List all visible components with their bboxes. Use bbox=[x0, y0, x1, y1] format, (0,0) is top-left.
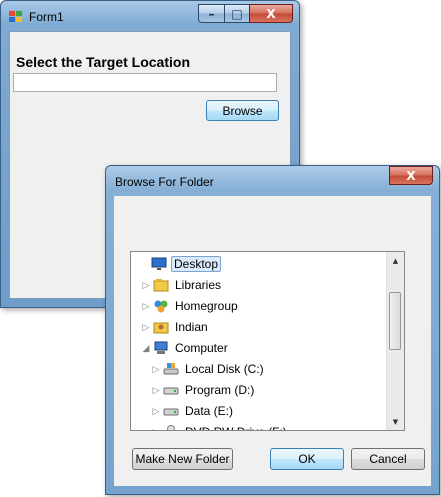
cancel-button[interactable]: Cancel bbox=[351, 448, 425, 470]
tree-item-label: Program (D:) bbox=[185, 383, 255, 397]
tree-item-label: Indian bbox=[175, 320, 208, 334]
dialog-caption-buttons: X bbox=[389, 166, 433, 186]
expand-icon[interactable]: ▷ bbox=[141, 322, 151, 332]
form1-caption-buttons: – □ X bbox=[198, 4, 293, 24]
close-icon: X bbox=[406, 168, 416, 183]
page-title: Select the Target Location bbox=[16, 54, 190, 70]
tree-item-label: Data (E:) bbox=[185, 404, 234, 418]
tree-item-local-disk-c[interactable]: ▷ Local Disk (C:) bbox=[131, 359, 266, 379]
dialog-title: Browse For Folder bbox=[115, 175, 214, 189]
local-disk-icon bbox=[163, 362, 179, 376]
form1-titlebar[interactable]: Form1 – □ X bbox=[1, 1, 299, 31]
dialog-client-area: Desktop ▷ Libraries ▷ Homegroup ▷ Indian ◢ Compu… bbox=[114, 196, 431, 486]
dialog-close-button[interactable]: X bbox=[389, 166, 433, 185]
make-new-folder-button[interactable]: Make New Folder bbox=[132, 448, 233, 470]
tree-scrollbar[interactable]: ▲ ▼ bbox=[386, 252, 404, 430]
folder-tree-list: Desktop ▷ Libraries ▷ Homegroup ▷ Indian ◢ Compu… bbox=[131, 252, 387, 430]
tree-item-label: Homegroup bbox=[175, 299, 238, 313]
folder-tree[interactable]: Desktop ▷ Libraries ▷ Homegroup ▷ Indian ◢ Compu… bbox=[130, 251, 405, 431]
tree-item-libraries[interactable]: ▷ Libraries bbox=[131, 275, 223, 295]
computer-icon bbox=[153, 341, 169, 355]
tree-item-label: Libraries bbox=[175, 278, 222, 292]
user-folder-icon bbox=[153, 320, 169, 334]
tree-item-label: Computer bbox=[175, 341, 228, 355]
expand-icon[interactable]: ◢ bbox=[141, 343, 151, 353]
expand-icon[interactable]: ▷ bbox=[141, 301, 151, 311]
tree-item-indian[interactable]: ▷ Indian bbox=[131, 317, 210, 337]
dvd-drive-icon bbox=[163, 425, 179, 430]
tree-item-label: Local Disk (C:) bbox=[185, 362, 264, 376]
tree-item-data-e[interactable]: ▷ Data (E:) bbox=[131, 401, 235, 421]
tree-item-computer[interactable]: ◢ Computer bbox=[131, 338, 230, 358]
ok-button[interactable]: OK bbox=[270, 448, 344, 470]
expand-icon[interactable]: ▷ bbox=[151, 406, 161, 416]
minimize-button[interactable]: – bbox=[198, 4, 224, 23]
homegroup-icon bbox=[153, 299, 169, 313]
libraries-icon bbox=[153, 278, 169, 292]
scroll-up-icon[interactable]: ▲ bbox=[387, 252, 404, 269]
browse-button[interactable]: Browse bbox=[206, 100, 279, 121]
maximize-button[interactable]: □ bbox=[224, 4, 249, 23]
tree-item-label: DVD RW Drive (F:) bbox=[183, 424, 289, 430]
dialog-titlebar[interactable]: Browse For Folder X bbox=[106, 166, 439, 196]
tree-item-homegroup[interactable]: ▷ Homegroup bbox=[131, 296, 240, 316]
form1-title: Form1 bbox=[29, 10, 64, 24]
close-button[interactable]: X bbox=[249, 4, 293, 23]
tree-item-program-d[interactable]: ▷ Program (D:) bbox=[131, 380, 256, 400]
maximize-icon: □ bbox=[231, 6, 243, 21]
tree-item-dvd-rw-drive-f[interactable]: ▷ DVD RW Drive (F:) bbox=[131, 422, 289, 430]
expand-icon[interactable]: ▷ bbox=[141, 280, 151, 290]
drive-icon bbox=[163, 404, 179, 418]
app-icon bbox=[9, 11, 23, 23]
expand-icon[interactable]: ▷ bbox=[151, 364, 161, 374]
scroll-down-icon[interactable]: ▼ bbox=[387, 413, 404, 430]
drive-icon bbox=[163, 383, 179, 397]
expand-icon[interactable]: ▷ bbox=[151, 427, 161, 431]
tree-item-desktop[interactable]: Desktop bbox=[131, 254, 222, 274]
target-location-input[interactable] bbox=[13, 73, 277, 92]
desktop-icon bbox=[151, 257, 167, 271]
scroll-thumb[interactable] bbox=[389, 292, 401, 350]
minimize-icon: – bbox=[208, 6, 215, 21]
close-icon: X bbox=[266, 6, 276, 21]
browse-folder-dialog: Browse For Folder X Desktop ▷ Libraries ▷ Ho… bbox=[105, 165, 440, 495]
tree-item-label: Desktop bbox=[171, 256, 222, 272]
expand-icon[interactable]: ▷ bbox=[151, 385, 161, 395]
